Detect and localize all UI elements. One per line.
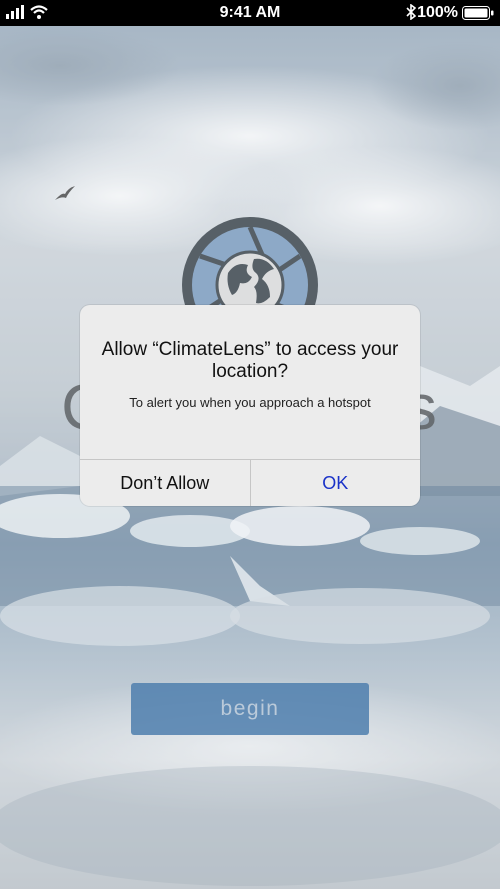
bluetooth-icon: [406, 3, 417, 25]
alert-message: To alert you when you approach a hotspot: [129, 395, 371, 410]
battery-icon: [462, 6, 494, 25]
ok-button[interactable]: OK: [251, 460, 421, 506]
status-bar: 9:41 AM 100%: [0, 0, 500, 26]
dont-allow-button[interactable]: Don’t Allow: [80, 460, 251, 506]
alert-buttons: Don’t Allow OK: [80, 459, 420, 506]
battery-percent: 100%: [417, 4, 458, 21]
begin-button[interactable]: begin: [131, 683, 369, 735]
screen: 9:41 AM 100% begin Allow “ClimateLens” t…: [0, 0, 500, 889]
alert-title: Allow “ClimateLens” to access your locat…: [101, 339, 399, 382]
location-permission-alert: Allow “ClimateLens” to access your locat…: [80, 305, 420, 506]
